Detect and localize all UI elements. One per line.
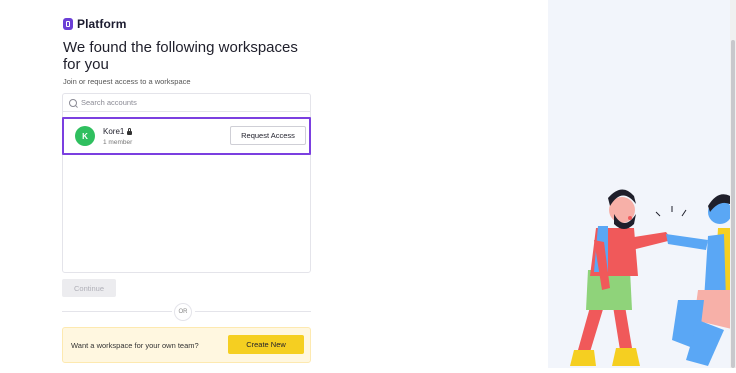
create-new-button[interactable]: Create New	[228, 335, 304, 354]
search-input[interactable]	[81, 98, 281, 107]
page-title: We found the following workspaces for yo…	[63, 39, 298, 73]
request-access-button[interactable]: Request Access	[230, 126, 306, 145]
or-divider: OR	[174, 303, 192, 321]
left-person-figure	[570, 189, 672, 366]
lock-icon	[127, 127, 133, 135]
workspace-member-count: 1 member	[103, 139, 133, 146]
search-icon	[69, 98, 77, 107]
workspace-name: Kore1	[103, 127, 125, 136]
workspace-item-kore1[interactable]: K Kore1 1 member Request Access	[62, 117, 311, 155]
high-five-illustration	[570, 189, 736, 366]
brand-name: Platform	[77, 17, 127, 31]
banner-text: Want a workspace for your own team?	[71, 341, 199, 350]
left-pane: Platform We found the following workspac…	[0, 0, 548, 368]
divider-line-left	[62, 311, 172, 312]
page-subtitle: Join or request access to a workspace	[63, 77, 191, 86]
continue-button[interactable]: Continue	[62, 279, 116, 297]
divider-line-right	[195, 311, 311, 312]
create-workspace-banner: Want a workspace for your own team? Crea…	[62, 327, 311, 363]
scrollbar-thumb[interactable]	[731, 40, 735, 368]
search-bar	[63, 94, 310, 112]
brand-logo: Platform	[63, 17, 126, 31]
workspace-name-row: Kore1	[103, 127, 133, 136]
platform-logo-icon	[63, 18, 73, 30]
illustration-pane	[548, 0, 736, 368]
right-person-figure	[666, 194, 736, 366]
workspace-avatar: K	[75, 126, 95, 146]
motion-lines	[655, 206, 687, 217]
